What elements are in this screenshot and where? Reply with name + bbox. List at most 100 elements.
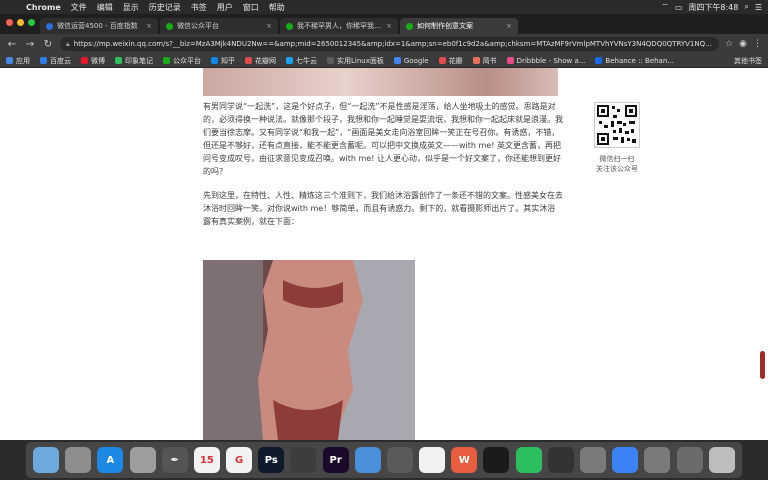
launchpad-icon[interactable]: [65, 447, 92, 473]
tab-close-icon[interactable]: ×: [506, 22, 512, 30]
bookmark-label: 花瓣: [448, 56, 463, 65]
bookmark-favicon-icon: [163, 57, 170, 64]
wifi-icon[interactable]: ⌔: [661, 2, 669, 12]
tab-title: 如何制作创意文案: [417, 22, 473, 30]
minimize-window-button[interactable]: [17, 19, 24, 26]
bookmark-item[interactable]: 花瓣: [438, 56, 463, 66]
archive-icon[interactable]: [580, 447, 606, 473]
keynote-icon[interactable]: [354, 447, 381, 473]
image-icon[interactable]: [290, 447, 317, 473]
calendar-icon[interactable]: 15: [193, 447, 220, 473]
bookmark-item[interactable]: 公众平台: [163, 56, 201, 66]
bookmark-label: 知乎: [221, 56, 235, 65]
bookmark-item[interactable]: 花瓣网: [245, 56, 276, 66]
bookmark-item[interactable]: 七牛云: [286, 56, 317, 66]
chrome-menu-icon[interactable]: ⋮: [753, 39, 762, 49]
baidu-netdisk-icon[interactable]: [612, 447, 639, 473]
menu-bookmarks[interactable]: 书签: [191, 2, 207, 13]
battery-icon[interactable]: ▭: [675, 3, 683, 12]
menu-app-name[interactable]: Chrome: [26, 3, 61, 12]
menu-edit[interactable]: 编辑: [97, 2, 113, 13]
article-body: 有男同学说“一起洗”，这是个好点子，但“一起洗”不是性感是淫荡，给人坐地吸土的感…: [203, 100, 563, 239]
menu-list-icon[interactable]: ☰: [755, 3, 762, 12]
forward-arrow-icon[interactable]: →: [24, 39, 36, 50]
address-bar[interactable]: 🔒︎ https://mp.weixin.qq.com/s?__biz=MzA3…: [60, 37, 720, 51]
trash-icon[interactable]: [708, 447, 735, 473]
bookmark-item[interactable]: 百度云: [40, 56, 71, 66]
quicktime-icon[interactable]: [386, 447, 413, 473]
browser-toolbar: ← → ↻ 🔒︎ https://mp.weixin.qq.com/s?__bi…: [0, 34, 768, 54]
settings-icon[interactable]: [644, 447, 671, 473]
bookmark-item[interactable]: 微博: [81, 56, 105, 66]
bookmark-item[interactable]: 实用Linux面板: [327, 56, 384, 66]
bookmark-favicon-icon: [81, 57, 88, 64]
tab-article-tissue[interactable]: 我不稀罕男人，你稀罕我的纸巾 ×: [280, 18, 398, 34]
bookmark-favicon-icon: [393, 57, 401, 64]
premiere-icon[interactable]: Pr: [322, 447, 349, 473]
bookmark-label: 简书: [482, 56, 497, 65]
clock[interactable]: 周四下午8:48: [688, 2, 738, 13]
quill-icon[interactable]: ✒: [161, 447, 188, 473]
menu-window[interactable]: 窗口: [243, 2, 259, 13]
bookmark-favicon-icon: [115, 57, 122, 64]
menu-history[interactable]: 历史记录: [149, 2, 181, 13]
chrome-icon[interactable]: [419, 447, 446, 473]
finder-icon[interactable]: [33, 447, 60, 473]
bookmark-favicon-icon: [472, 57, 480, 64]
bookmark-item[interactable]: 简书: [472, 56, 497, 66]
tab-title: 我不稀罕男人，你稀罕我的纸巾: [297, 22, 382, 30]
qq-icon[interactable]: [483, 447, 510, 473]
scrollbar-thumb[interactable]: [760, 351, 765, 379]
search-icon[interactable]: ⌕: [744, 2, 748, 12]
menu-help[interactable]: 帮助: [269, 2, 285, 13]
article-photo: [203, 260, 415, 440]
extension-icon[interactable]: ◉: [739, 39, 747, 49]
tab-baidu-index[interactable]: 微信运营4500 - 百度指数 ×: [40, 18, 158, 34]
photoshop-icon[interactable]: Ps: [258, 447, 285, 473]
menu-people[interactable]: 用户: [217, 2, 233, 13]
article-top-image: [203, 68, 558, 96]
bookmark-label: Behance :: Behan...: [605, 56, 674, 65]
bookmark-item[interactable]: Behance :: Behan...: [595, 57, 674, 65]
close-window-button[interactable]: [6, 19, 13, 26]
zoom-window-button[interactable]: [28, 19, 35, 26]
bookmark-item[interactable]: 印象笔记: [115, 56, 153, 66]
notes-icon[interactable]: [547, 447, 574, 473]
swirl-icon[interactable]: G: [226, 447, 253, 473]
bookmark-item[interactable]: 应用: [6, 56, 30, 66]
bookmark-label: 花瓣网: [255, 56, 276, 65]
bookmark-label: 印象笔记: [125, 56, 153, 65]
app-store-icon[interactable]: A: [97, 447, 124, 473]
tab-article-copywriting[interactable]: 如何制作创意文案 ×: [400, 18, 518, 34]
tab-wechat-platform[interactable]: 微信公众平台 ×: [160, 18, 278, 34]
qr-caption: 微信扫一扫 关注该公众号: [583, 154, 651, 174]
bookmark-label: 七牛云: [296, 56, 317, 65]
tab-close-icon[interactable]: ×: [146, 22, 152, 30]
address-url[interactable]: https://mp.weixin.qq.com/s?__biz=MzA3Mjk…: [74, 40, 713, 48]
tab-close-icon[interactable]: ×: [266, 22, 272, 30]
bookmark-favicon-icon: [506, 57, 514, 64]
page-scrollbar[interactable]: [759, 68, 765, 440]
menu-file[interactable]: 文件: [71, 2, 87, 13]
menu-view[interactable]: 显示: [123, 2, 139, 13]
tab-favicon-icon: [166, 22, 173, 30]
wps-icon[interactable]: W: [451, 447, 478, 473]
tab-close-icon[interactable]: ×: [386, 22, 392, 30]
other-bookmarks[interactable]: 其他书签: [734, 56, 762, 66]
preview-icon[interactable]: [129, 447, 156, 473]
bookmark-star-icon[interactable]: ☆: [725, 39, 733, 49]
lock-icon: 🔒︎: [66, 39, 70, 48]
web-page: 有男同学说“一起洗”，这是个好点子，但“一起洗”不是性感是淫荡，给人坐地吸土的感…: [0, 68, 768, 440]
disk-icon[interactable]: [676, 447, 703, 473]
bookmarks-bar: 应用 百度云 微博 印象笔记 公众平台 知乎 花瓣网 七牛云 实用Linux面板 Google 花瓣…: [0, 54, 768, 68]
qr-caption-line: 关注该公众号: [596, 165, 638, 173]
bookmark-item[interactable]: 知乎: [211, 56, 235, 66]
dock: A ✒ 15 G Ps Pr W: [26, 442, 742, 478]
back-arrow-icon[interactable]: ←: [6, 39, 18, 50]
wechat-icon[interactable]: [515, 447, 542, 473]
bookmark-favicon-icon: [327, 57, 334, 64]
bookmark-item[interactable]: Google: [393, 57, 429, 65]
reload-icon[interactable]: ↻: [42, 39, 54, 50]
bookmark-item[interactable]: Dribbble - Show a...: [506, 57, 585, 65]
qr-caption-line: 微信扫一扫: [599, 155, 635, 163]
